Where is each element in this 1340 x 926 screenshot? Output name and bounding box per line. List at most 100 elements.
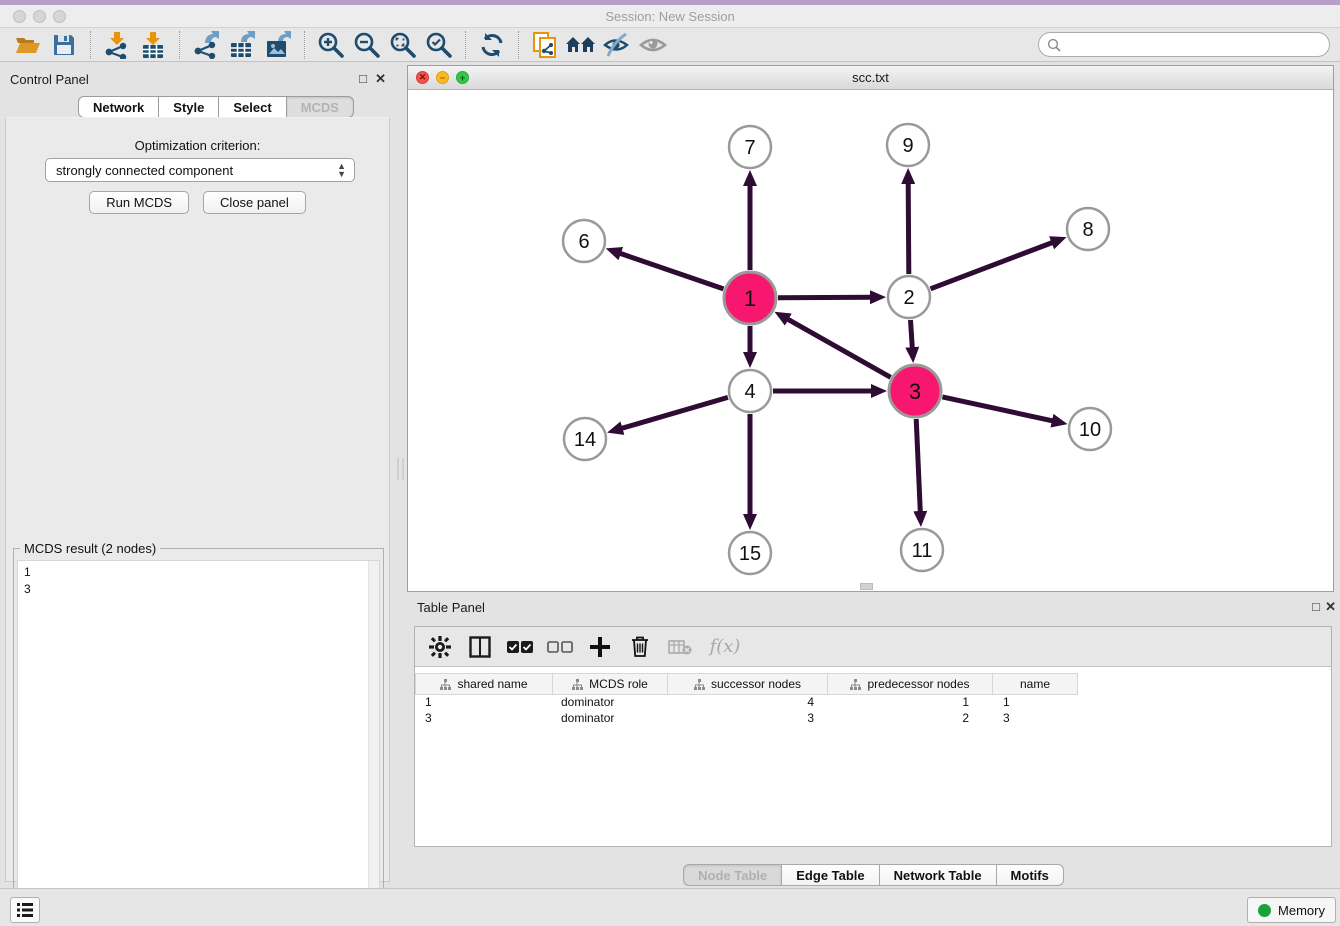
optimization-criterion-select[interactable]: strongly connected component ▲▼ (45, 158, 355, 182)
titlebar: Session: New Session (0, 5, 1340, 28)
mcds-result-text[interactable]: 1 3 (17, 560, 380, 921)
control-panel-tabs: Network Style Select MCDS (78, 96, 354, 118)
table-toolbar: f(x) (415, 627, 1331, 667)
import-table-button[interactable] (135, 30, 171, 60)
first-neighbors-button[interactable] (563, 30, 599, 60)
zoom-fit-icon (389, 31, 417, 59)
hide-selected-button[interactable] (599, 30, 635, 60)
table-tabs: Node Table Edge Table Network Table Moti… (407, 864, 1340, 886)
float-panel-icon[interactable]: □ (359, 71, 367, 86)
tab-style[interactable]: Style (159, 96, 219, 118)
zoom-fit-button[interactable] (385, 30, 421, 60)
show-column-panel-button[interactable] (465, 632, 495, 662)
zoom-in-button[interactable] (313, 30, 349, 60)
column-header-predecessor-nodes[interactable]: predecessor nodes (828, 673, 993, 695)
show-all-button[interactable] (635, 30, 671, 60)
panel-splitter[interactable] (395, 62, 407, 888)
column-label: successor nodes (711, 677, 801, 691)
float-table-panel-icon[interactable]: □ (1312, 599, 1320, 614)
table-row[interactable]: 1dominator411 (415, 695, 1331, 711)
mcds-result-title: MCDS result (2 nodes) (20, 541, 160, 556)
tab-network-table[interactable]: Network Table (880, 864, 997, 886)
export-image-icon (265, 31, 291, 59)
save-session-button[interactable] (46, 30, 82, 60)
delete-column-button[interactable] (625, 632, 655, 662)
zoom-out-button[interactable] (349, 30, 385, 60)
graph-node-label: 4 (744, 381, 755, 403)
close-panel-button[interactable]: Close panel (203, 191, 306, 214)
column-header-shared-name[interactable]: shared name (415, 673, 553, 695)
function-builder-button-disabled[interactable]: f(x) (705, 632, 745, 662)
status-bar: Memory (0, 888, 1340, 926)
export-table-button[interactable] (224, 30, 260, 60)
import-network-button[interactable] (99, 30, 135, 60)
gear-icon (429, 636, 451, 658)
export-network-icon (193, 31, 219, 59)
graph-edge[interactable] (916, 419, 920, 512)
mcds-panel: Optimization criterion: strongly connect… (5, 117, 390, 882)
graph-node-label: 15 (739, 543, 761, 565)
table-cell[interactable]: 2 (828, 711, 993, 727)
unselect-all-columns-button[interactable] (545, 632, 575, 662)
table-cell[interactable]: dominator (553, 711, 668, 727)
table-cell[interactable]: 1 (828, 695, 993, 711)
mcds-result-group: MCDS result (2 nodes) 1 3 (13, 548, 384, 925)
create-column-button[interactable] (585, 632, 615, 662)
tab-mcds[interactable]: MCDS (287, 96, 354, 118)
tab-edge-table[interactable]: Edge Table (782, 864, 879, 886)
column-type-icon (694, 679, 705, 690)
tab-select[interactable]: Select (219, 96, 286, 118)
toolbar-separator (90, 31, 91, 59)
select-all-columns-button[interactable] (505, 632, 535, 662)
open-file-button[interactable] (10, 30, 46, 60)
result-scrollbar[interactable] (368, 561, 379, 920)
graph-node-label: 10 (1079, 419, 1101, 441)
graph-edge[interactable] (908, 183, 909, 274)
column-header-successor-nodes[interactable]: successor nodes (668, 673, 828, 695)
task-history-button[interactable] (10, 897, 40, 923)
export-image-button[interactable] (260, 30, 296, 60)
column-header-mcds-role[interactable]: MCDS role (553, 673, 668, 695)
graph-edge[interactable] (620, 253, 724, 289)
toolbar-separator (179, 31, 180, 59)
memory-label: Memory (1278, 903, 1325, 918)
new-network-from-selection-button[interactable] (527, 30, 563, 60)
tab-node-table[interactable]: Node Table (683, 864, 782, 886)
search-field[interactable] (1038, 32, 1330, 57)
export-network-button[interactable] (188, 30, 224, 60)
graph-edge[interactable] (931, 243, 1053, 289)
delete-table-button-disabled[interactable] (665, 632, 695, 662)
graph-edge[interactable] (911, 320, 913, 348)
table-row[interactable]: 3dominator323 (415, 711, 1331, 727)
canvas-scroll-thumb[interactable] (860, 583, 873, 590)
table-panel: Table Panel □ ✕ (407, 595, 1340, 886)
graph-edge[interactable] (788, 319, 891, 377)
table-cell[interactable]: dominator (553, 695, 668, 711)
window-title: Session: New Session (0, 9, 1340, 24)
table-cell[interactable]: 1 (415, 695, 553, 711)
table-cell[interactable]: 3 (415, 711, 553, 727)
zoom-selected-button[interactable] (421, 30, 457, 60)
run-mcds-button[interactable]: Run MCDS (89, 191, 189, 214)
first-neighbors-icon (565, 33, 597, 57)
table-settings-button[interactable] (425, 632, 455, 662)
optimization-criterion-value: strongly connected component (56, 163, 233, 178)
open-folder-icon (14, 33, 42, 57)
table-cell[interactable]: 4 (668, 695, 828, 711)
memory-button[interactable]: Memory (1247, 897, 1336, 923)
refresh-layout-button[interactable] (474, 30, 510, 60)
graph-edge[interactable] (778, 297, 871, 298)
table-cell[interactable]: 3 (668, 711, 828, 727)
graph-edge[interactable] (942, 397, 1053, 421)
column-header-name[interactable]: name (993, 673, 1078, 695)
close-panel-icon[interactable]: ✕ (375, 71, 386, 87)
graph-edge[interactable] (622, 397, 728, 428)
network-window-titlebar[interactable]: ✕ − + scc.txt (408, 66, 1333, 90)
column-type-icon (440, 679, 451, 690)
tab-network[interactable]: Network (78, 96, 159, 118)
network-canvas[interactable]: 7968124314101511 (408, 90, 1333, 591)
tab-motifs[interactable]: Motifs (997, 864, 1064, 886)
close-table-panel-icon[interactable]: ✕ (1325, 599, 1336, 615)
table-cell[interactable]: 1 (993, 695, 1078, 711)
table-cell[interactable]: 3 (993, 711, 1078, 727)
